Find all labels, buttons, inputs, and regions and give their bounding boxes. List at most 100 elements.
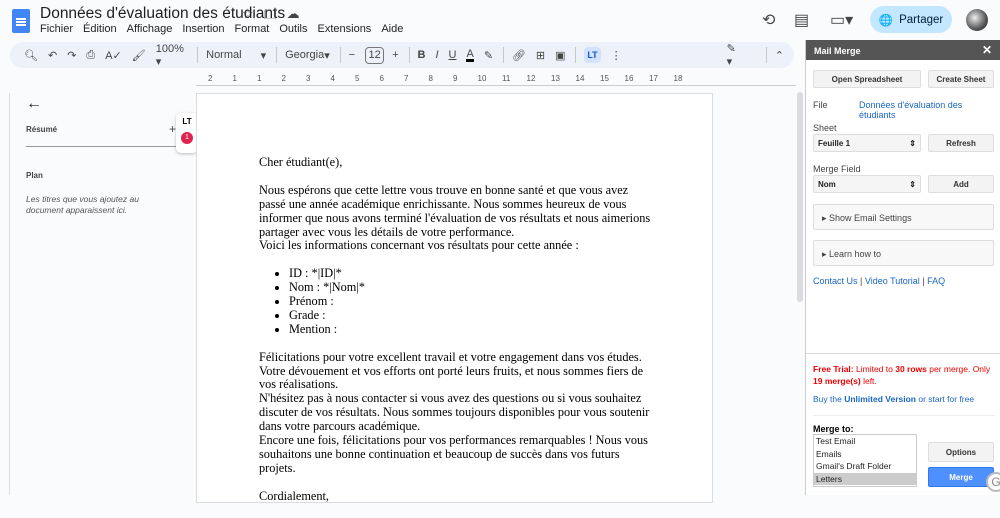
- grammarly-icon[interactable]: G: [986, 472, 1000, 492]
- paragraph: Encore une fois, félicitations pour vos …: [259, 433, 648, 475]
- avatar[interactable]: [966, 9, 988, 31]
- spellcheck-icon[interactable]: A✓: [105, 49, 122, 62]
- ruler-tick-label: 2: [281, 74, 286, 83]
- search-icon[interactable]: 🔍︎: [24, 49, 38, 62]
- print-icon[interactable]: ⎙: [86, 49, 95, 62]
- menu-fichier[interactable]: Fichier: [40, 23, 73, 35]
- merge-to-label: Merge to:: [813, 424, 854, 434]
- vertical-ruler[interactable]: [0, 93, 10, 495]
- back-arrow-icon[interactable]: ←: [26, 95, 186, 113]
- ruler-tick-label: 8: [428, 74, 433, 83]
- menu-aide[interactable]: Aide: [381, 23, 403, 35]
- ruler[interactable]: 2 1 1 2 3 4 5 6 7 8 9 10 11 12 13 14 15 16 17 18: [196, 72, 796, 86]
- option-test-email[interactable]: Test Email: [814, 435, 916, 448]
- document-page[interactable]: Cher étudiant(e), Nous espérons que cett…: [196, 93, 713, 503]
- merge-field-select[interactable]: Nom ⇕: [813, 175, 921, 193]
- paragraph: Nous espérons que cette lettre vous trou…: [259, 182, 651, 239]
- refresh-button[interactable]: Refresh: [928, 134, 994, 152]
- title-bar: Données d'évaluation des étudiants ☆ 🗀 ☁ F…: [0, 0, 1000, 40]
- buy-link[interactable]: Buy the Unlimited Version or start for f…: [813, 394, 974, 404]
- history-icon[interactable]: ⟲: [762, 10, 775, 30]
- summary-heading: Résumé: [26, 125, 58, 134]
- increase-size-button[interactable]: +: [392, 49, 398, 61]
- languagetool-icon[interactable]: LT: [584, 47, 601, 63]
- more-icon[interactable]: ⋮: [611, 49, 622, 62]
- font-size-input[interactable]: 12: [365, 46, 385, 64]
- sheet-select[interactable]: Feuille 1 ⇕: [813, 134, 921, 152]
- ruler-tick-label: 6: [379, 74, 384, 83]
- greeting: Cher étudiant(e),: [259, 155, 343, 169]
- list-item: Nom : *|Nom|*: [289, 280, 654, 295]
- languagetool-widget[interactable]: LT 1: [176, 113, 198, 153]
- mail-merge-panel: Mail Merge ✕ Open Spreadsheet Create Shee…: [805, 40, 1000, 495]
- list-item: ID : *|ID|*: [289, 266, 654, 281]
- file-link[interactable]: Données d'évaluation des étudiants: [859, 100, 1000, 120]
- ruler-tick-label: 18: [673, 74, 683, 83]
- ruler-tick-label: 2: [208, 74, 213, 83]
- option-gmail-draft[interactable]: Gmail's Draft Folder: [814, 460, 916, 473]
- menu-insertion[interactable]: Insertion: [182, 23, 224, 35]
- ruler-tick-label: 4: [330, 74, 335, 83]
- outline-hint: Les titres que vous ajoutez au document …: [26, 194, 139, 215]
- show-email-settings-toggle[interactable]: ▸ Show Email Settings: [813, 204, 994, 230]
- ruler-tick-label: 15: [600, 74, 609, 83]
- document-body[interactable]: Cher étudiant(e), Nous espérons que cett…: [259, 155, 654, 518]
- error-count-badge[interactable]: 1: [181, 132, 193, 144]
- merge-to-listbox[interactable]: Test Email Emails Gmail's Draft Folder L…: [813, 434, 917, 487]
- toolbar: 🔍︎ ↶ ↷ ⎙ A✓ 🖌︎ 100% ▾ Normal ▾ Georgia ▾ −…: [10, 42, 794, 68]
- open-spreadsheet-button[interactable]: Open Spreadsheet: [813, 70, 921, 88]
- insert-image-icon[interactable]: ▣: [555, 49, 565, 62]
- option-emails[interactable]: Emails: [814, 448, 916, 461]
- paragraph: Félicitations pour votre excellent trava…: [259, 349, 644, 392]
- style-select[interactable]: Normal ▾: [206, 49, 266, 62]
- ruler-tick-label: 16: [624, 74, 634, 83]
- contact-us-link[interactable]: Contact Us: [813, 276, 858, 286]
- redo-icon[interactable]: ↷: [67, 49, 76, 62]
- learn-how-to-toggle[interactable]: ▸ Learn how to: [813, 240, 994, 266]
- sheet-label: Sheet: [813, 123, 837, 133]
- scrollbar[interactable]: [795, 88, 805, 495]
- menu-extensions[interactable]: Extensions: [318, 23, 372, 35]
- link-icon[interactable]: 🔗︎: [512, 49, 526, 62]
- font-select[interactable]: Georgia ▾: [285, 49, 330, 62]
- decrease-size-button[interactable]: −: [349, 49, 355, 61]
- add-summary-icon[interactable]: +: [169, 122, 176, 136]
- ruler-tick-label: 10: [477, 74, 487, 83]
- editing-mode-icon[interactable]: ✎ ▾: [727, 42, 742, 68]
- video-tutorial-link[interactable]: Video Tutorial: [865, 276, 920, 286]
- italic-button[interactable]: I: [435, 49, 438, 61]
- menu-affichage[interactable]: Affichage: [127, 23, 173, 35]
- add-field-button[interactable]: Add: [928, 175, 994, 193]
- zoom-select[interactable]: 100% ▾: [156, 43, 188, 68]
- languagetool-logo-icon: LT: [182, 117, 192, 126]
- ruler-tick-label: 11: [502, 74, 511, 83]
- underline-button[interactable]: U: [449, 49, 457, 61]
- close-icon[interactable]: ✕: [982, 43, 992, 57]
- menu-outils[interactable]: Outils: [279, 23, 307, 35]
- docs-logo-icon[interactable]: [12, 9, 30, 33]
- share-button[interactable]: 🌐 Partager: [870, 6, 952, 33]
- faq-link[interactable]: FAQ: [927, 276, 945, 286]
- merge-button[interactable]: Merge: [928, 467, 994, 487]
- meet-icon[interactable]: ▭▾: [830, 10, 853, 30]
- ruler-tick-label: 12: [526, 74, 536, 83]
- menu-format[interactable]: Format: [235, 23, 270, 35]
- highlight-icon[interactable]: ✎: [484, 49, 493, 62]
- bold-button[interactable]: B: [418, 49, 426, 61]
- panel-title: Mail Merge: [814, 46, 861, 56]
- create-sheet-button[interactable]: Create Sheet: [928, 70, 994, 88]
- outline-heading: Plan: [26, 171, 43, 180]
- list-item: Mention :: [289, 322, 654, 337]
- add-comment-icon[interactable]: ⊞: [536, 49, 545, 62]
- option-letters[interactable]: Letters: [814, 472, 916, 486]
- list-item: Grade :: [289, 308, 654, 323]
- text-color-button[interactable]: A: [466, 48, 474, 62]
- options-button[interactable]: Options: [928, 442, 994, 462]
- ruler-tick-label: 14: [575, 74, 585, 83]
- undo-icon[interactable]: ↶: [48, 49, 57, 62]
- collapse-menu-icon[interactable]: ⌃: [775, 49, 784, 62]
- comments-icon[interactable]: ▤: [794, 10, 809, 30]
- paint-format-icon[interactable]: 🖌︎: [132, 49, 146, 62]
- menu-edition[interactable]: Édition: [83, 23, 117, 35]
- ruler-tick-label: 5: [355, 74, 360, 83]
